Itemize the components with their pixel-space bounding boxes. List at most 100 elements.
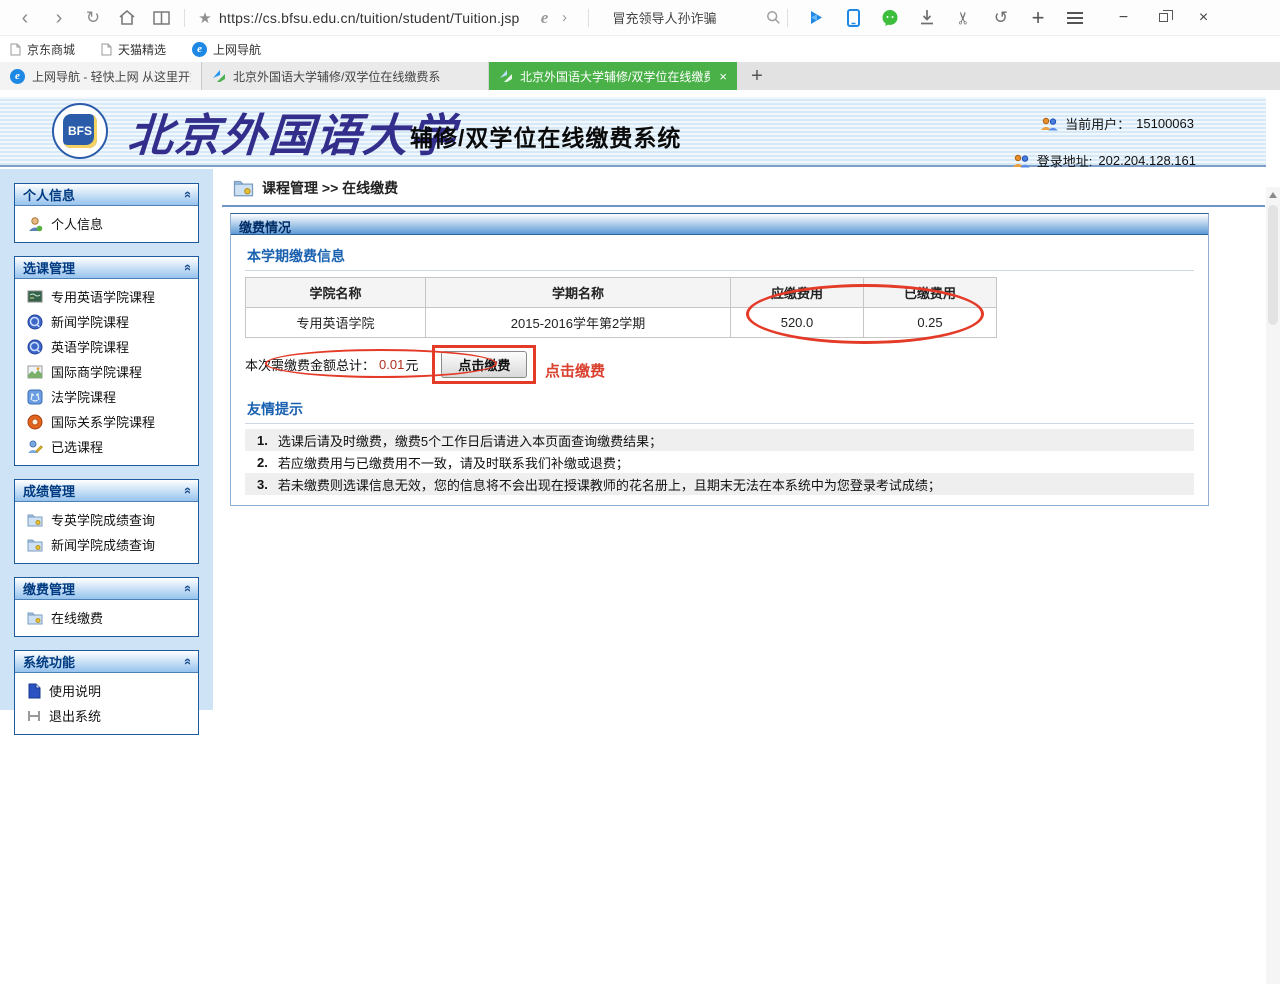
divider — [222, 205, 1265, 207]
fee-table: 学院名称 学期名称 应缴费用 已缴费用 专用英语学院 2015-2016学年第2… — [245, 277, 997, 338]
tab-bfsu-1[interactable]: 北京外国语大学辅修/双学位在线缴费系 — [202, 62, 489, 90]
bookmark-label: 天猫精选 — [118, 41, 166, 58]
ie-compat-icon[interactable]: e — [534, 8, 556, 28]
home-icon[interactable] — [110, 9, 144, 26]
sidebar-item-label: 专英学院成绩查询 — [51, 510, 155, 529]
search-input[interactable]: 冒充领导人孙诈骗 — [613, 8, 766, 27]
tab-bfsu-2-active[interactable]: 北京外国语大学辅修/双学位在线缴费 × — [489, 62, 737, 90]
sidebar-panel-course: 选课管理 » 专用英语学院课程 新闻学院课程 英语学院课程 — [14, 256, 199, 466]
panel-header-system[interactable]: 系统功能 » — [15, 651, 198, 673]
sidebar-item-online-payment[interactable]: 在线缴费 — [27, 605, 194, 630]
panel-header-payment[interactable]: 缴费管理 » — [15, 578, 198, 600]
cell-term: 2015-2016学年第2学期 — [426, 308, 731, 338]
panel-title-bar: 缴费情况 — [231, 214, 1208, 235]
divider — [787, 9, 788, 27]
collapse-chevron-icon[interactable]: » — [179, 658, 194, 665]
person-edit-icon — [27, 439, 43, 455]
screenshot-scissors-icon[interactable]: ✂ — [946, 0, 983, 36]
sidebar-item-personal-info[interactable]: 个人信息 — [27, 211, 194, 236]
sidebar-item-journalism-grades[interactable]: 新闻学院成绩查询 — [27, 532, 194, 557]
login-address-value: 202.204.128.161 — [1098, 153, 1196, 168]
download-icon[interactable] — [909, 0, 946, 36]
chat-sphere-icon — [27, 339, 43, 355]
bookmark-jd[interactable]: 京东商城 — [10, 41, 75, 58]
restore-button[interactable] — [1144, 0, 1184, 36]
scrollbar-thumb[interactable] — [1268, 205, 1278, 325]
tip-text: 若未缴费则选课信息无效，您的信息将不会出现在授课教师的花名册上，且期末无法在本系… — [278, 475, 941, 494]
bookmark-label: 京东商城 — [27, 41, 75, 58]
sidebar-item-label: 专用英语学院课程 — [51, 287, 155, 306]
mobile-phone-icon[interactable] — [835, 0, 872, 36]
users-icon — [1012, 154, 1031, 168]
new-tab-button[interactable]: + — [737, 62, 777, 90]
sidebar-item-law-courses[interactable]: 法学院课程 — [27, 384, 194, 409]
collapse-chevron-icon[interactable]: » — [179, 191, 194, 198]
tab-close-icon[interactable]: × — [719, 69, 727, 84]
bfsu-logo: BFS — [52, 103, 108, 159]
sidebar-item-instructions[interactable]: 使用说明 — [27, 678, 194, 703]
wechat-chat-icon[interactable] — [872, 0, 909, 36]
total-amount: 0.01 — [379, 357, 404, 372]
back-icon[interactable]: ‹ — [8, 1, 42, 35]
close-button[interactable]: × — [1184, 0, 1224, 36]
collapse-chevron-icon[interactable]: » — [179, 264, 194, 271]
panel-header-personal[interactable]: 个人信息 » — [15, 184, 198, 206]
bookmark-nav[interactable]: e 上网导航 — [192, 41, 261, 58]
undo-history-icon[interactable]: ↺ — [983, 0, 1020, 36]
sidebar-item-english-courses[interactable]: 英语学院课程 — [27, 334, 194, 359]
tip-text: 若应缴费用与已缴费用不一致，请及时联系我们补缴或退费； — [278, 453, 629, 472]
panel-title: 个人信息 — [23, 185, 75, 204]
sidebar-item-business-courses[interactable]: 国际商学院课程 — [27, 359, 194, 384]
search-box[interactable]: 冒充领导人孙诈骗 — [613, 6, 781, 30]
total-unit: 元 — [405, 355, 418, 374]
breadcrumb: 课程管理 >> 在线缴费 — [233, 178, 398, 198]
collapse-chevron-icon[interactable]: » — [179, 487, 194, 494]
favorite-star-icon[interactable]: ★ — [191, 9, 219, 27]
page-icon — [10, 43, 21, 56]
current-user-value: 15100063 — [1136, 116, 1194, 131]
sidebar: 个人信息 » 个人信息 选课管理 » — [0, 169, 213, 710]
pay-button[interactable]: 点击缴费 — [441, 351, 527, 378]
table-row: 专用英语学院 2015-2016学年第2学期 520.0 0.25 — [246, 308, 997, 338]
menu-icon[interactable] — [1057, 0, 1094, 36]
tab-nav-home[interactable]: e 上网导航 - 轻快上网 从这里开始 — [0, 62, 202, 90]
tips-list: 1. 选课后请及时缴费，缴费5个工作日后请进入本页面查询缴费结果； 2. 若应缴… — [245, 429, 1194, 495]
sidebar-panel-grades: 成绩管理 » 专英学院成绩查询 新闻学院成绩查询 — [14, 479, 199, 564]
address-url[interactable]: https://cs.bfsu.edu.cn/tuition/student/T… — [219, 10, 520, 26]
folder-key-icon — [233, 179, 254, 197]
folder-key-icon — [27, 513, 43, 527]
refresh-icon[interactable]: ↻ — [76, 1, 110, 35]
sidebar-item-esp-courses[interactable]: 专用英语学院课程 — [27, 284, 194, 309]
sidebar-item-ir-courses[interactable]: 国际关系学院课程 — [27, 409, 194, 434]
address-chevron-icon[interactable]: › — [556, 9, 574, 26]
red-note-text: 点击缴费 — [545, 360, 605, 381]
collapse-chevron-icon[interactable]: » — [179, 585, 194, 592]
tab-bar: e 上网导航 - 轻快上网 从这里开始 北京外国语大学辅修/双学位在线缴费系 北… — [0, 62, 1280, 90]
forward-icon[interactable]: › — [42, 1, 76, 35]
sidebar-panel-system: 系统功能 » 使用说明 退出系统 — [14, 650, 199, 735]
panel-header-course[interactable]: 选课管理 » — [15, 257, 198, 279]
col-due: 应缴费用 — [731, 278, 864, 308]
globe-icon — [27, 414, 43, 430]
sidebar-item-selected-courses[interactable]: 已选课程 — [27, 434, 194, 459]
search-icon[interactable] — [766, 10, 781, 25]
scroll-up-icon[interactable] — [1269, 192, 1277, 198]
reading-mode-icon[interactable] — [144, 10, 178, 26]
minimize-button[interactable]: − — [1104, 0, 1144, 36]
site-banner: BFS 北京外国语大学 辅修/双学位在线缴费系统 当前用户： 15100063 … — [0, 97, 1266, 167]
bookmark-tmall[interactable]: 天猫精选 — [101, 41, 166, 58]
tip-item: 1. 选课后请及时缴费，缴费5个工作日后请进入本页面查询缴费结果； — [245, 429, 1194, 451]
person-icon — [27, 216, 43, 232]
add-icon[interactable]: + — [1020, 0, 1057, 36]
sidebar-item-logout[interactable]: 退出系统 — [27, 703, 194, 728]
login-address-label: 登录地址: — [1037, 151, 1093, 170]
video-play-icon[interactable] — [798, 0, 835, 36]
toolbar-extensions: ✂ ↺ + — [798, 0, 1094, 36]
page-icon — [101, 43, 112, 56]
page-scrollbar[interactable] — [1266, 187, 1280, 984]
panel-header-grades[interactable]: 成绩管理 » — [15, 480, 198, 502]
sidebar-item-label: 法学院课程 — [51, 387, 116, 406]
sidebar-item-journalism-courses[interactable]: 新闻学院课程 — [27, 309, 194, 334]
face-icon — [27, 389, 43, 405]
sidebar-item-esp-grades[interactable]: 专英学院成绩查询 — [27, 507, 194, 532]
